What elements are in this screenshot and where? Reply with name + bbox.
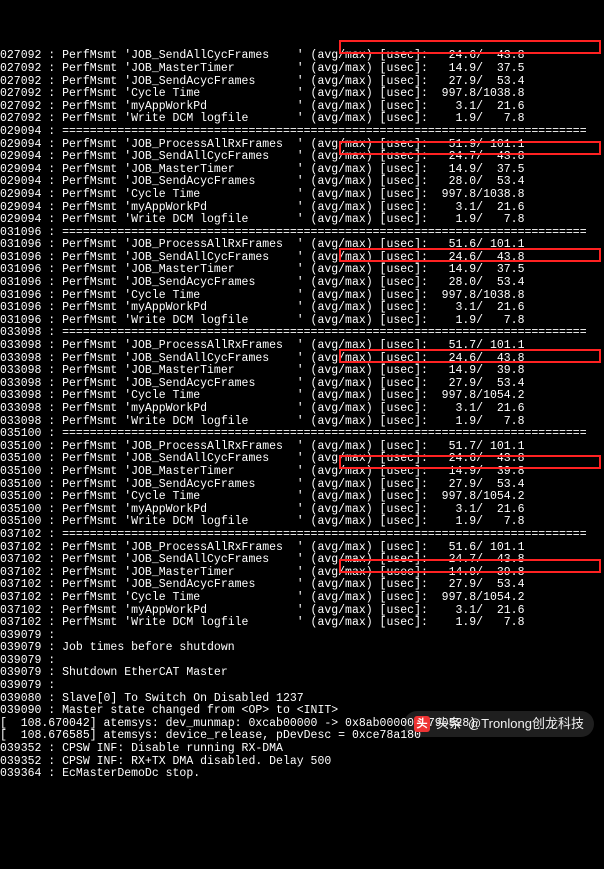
terminal-output: 027092 : PerfMsmt 'JOB_SendAllCycFrames …	[0, 50, 604, 780]
perf-line: 031096 : PerfMsmt 'JOB_ProcessAllRxFrame…	[0, 239, 604, 252]
perf-line: 037102 : PerfMsmt 'JOB_SendAllCycFrames …	[0, 554, 604, 567]
separator-line: 035100 : ===============================…	[0, 428, 604, 441]
perf-line: 033098 : PerfMsmt 'JOB_MasterTimer ' (av…	[0, 365, 604, 378]
log-line: 039364 : EcMasterDemoDc stop.	[0, 768, 604, 781]
perf-line: 029094 : PerfMsmt 'JOB_SendAllCycFrames …	[0, 151, 604, 164]
log-line: 039079 :	[0, 680, 604, 693]
perf-line: 027092 : PerfMsmt 'Cycle Time ' (avg/max…	[0, 88, 604, 101]
perf-line: 029094 : PerfMsmt 'Write DCM logfile ' (…	[0, 214, 604, 227]
watermark-prefix: 头条	[436, 718, 462, 731]
perf-line: 029094 : PerfMsmt 'Cycle Time ' (avg/max…	[0, 189, 604, 202]
perf-line: 035100 : PerfMsmt 'Cycle Time ' (avg/max…	[0, 491, 604, 504]
log-line: 039079 : Shutdown EtherCAT Master	[0, 667, 604, 680]
perf-line: 035100 : PerfMsmt 'JOB_MasterTimer ' (av…	[0, 466, 604, 479]
perf-line: 037102 : PerfMsmt 'Cycle Time ' (avg/max…	[0, 592, 604, 605]
separator-line: 037102 : ===============================…	[0, 529, 604, 542]
perf-line: 031096 : PerfMsmt 'JOB_SendAcycFrames ' …	[0, 277, 604, 290]
toutiao-icon: 头	[414, 716, 430, 732]
watermark-handle: @Tronlong创龙科技	[468, 718, 584, 731]
perf-line: 031096 : PerfMsmt 'myAppWorkPd ' (avg/ma…	[0, 302, 604, 315]
perf-line: 027092 : PerfMsmt 'JOB_MasterTimer ' (av…	[0, 63, 604, 76]
perf-line: 037102 : PerfMsmt 'Write DCM logfile ' (…	[0, 617, 604, 630]
watermark-badge: 头 头条 @Tronlong创龙科技	[404, 711, 594, 737]
log-line: 039352 : CPSW INF: Disable running RX-DM…	[0, 743, 604, 756]
perf-line: 033098 : PerfMsmt 'myAppWorkPd ' (avg/ma…	[0, 403, 604, 416]
separator-line: 029094 : ===============================…	[0, 126, 604, 139]
log-line: 039079 : Job times before shutdown	[0, 642, 604, 655]
perf-line: 033098 : PerfMsmt 'JOB_ProcessAllRxFrame…	[0, 340, 604, 353]
